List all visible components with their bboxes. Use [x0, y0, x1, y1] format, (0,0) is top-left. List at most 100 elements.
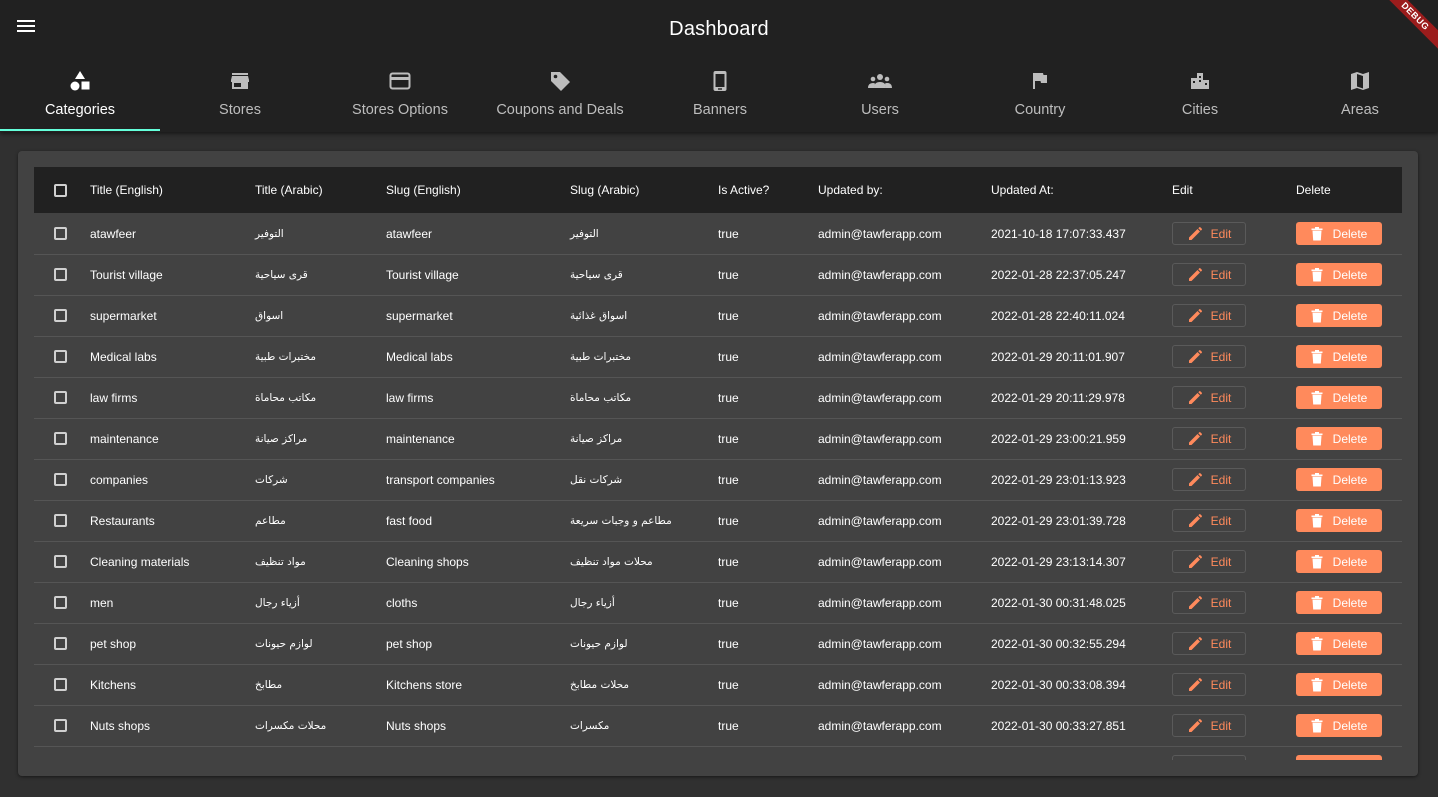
- edit-button[interactable]: Edit: [1172, 714, 1246, 737]
- delete-button[interactable]: Delete: [1296, 386, 1382, 409]
- row-checkbox[interactable]: [54, 268, 67, 281]
- cell-updated-by: admin@tawferapp.com: [818, 431, 942, 446]
- delete-button[interactable]: Delete: [1296, 468, 1382, 491]
- table-row[interactable]: Kitchens مطابخ Kitchens store محلات مطابخ tr…: [34, 664, 1402, 706]
- table-row[interactable]: law firms مكاتب محاماة law firms مكاتب محام…: [34, 377, 1402, 419]
- tab-cities[interactable]: Cities: [1120, 60, 1280, 132]
- delete-button[interactable]: Delete: [1296, 550, 1382, 573]
- table-row[interactable]: Nuts shops محلات مكسرات Nuts shops مكسرات tr…: [34, 705, 1402, 747]
- edit-button[interactable]: Edit: [1172, 468, 1246, 491]
- table-row[interactable]: men أزياء رجال cloths أزياء رجال true admin@t…: [34, 582, 1402, 624]
- tab-stores[interactable]: Stores: [160, 60, 320, 132]
- cell-updated-by: admin@tawferapp.com: [818, 472, 942, 487]
- header-edit: Edit: [1172, 183, 1193, 197]
- cell-updated-at: 2022-01-30 00:32:55.294: [991, 636, 1126, 651]
- trash-icon: [1311, 308, 1323, 323]
- edit-button[interactable]: Edit: [1172, 304, 1246, 327]
- cell-title-english: Nuts shops: [90, 718, 151, 733]
- delete-label: Delete: [1332, 308, 1368, 323]
- delete-button[interactable]: Delete: [1296, 673, 1382, 696]
- header-is-active[interactable]: Is Active?: [718, 167, 769, 213]
- row-checkbox[interactable]: [54, 227, 67, 240]
- edit-button[interactable]: Edit: [1172, 263, 1246, 286]
- trash-icon: [1311, 431, 1323, 446]
- row-checkbox[interactable]: [54, 473, 67, 486]
- edit-button[interactable]: Edit: [1172, 509, 1246, 532]
- delete-label: Delete: [1332, 677, 1368, 692]
- header-slug-english[interactable]: Slug (English): [386, 167, 461, 213]
- delete-button[interactable]: Delete: [1296, 222, 1382, 245]
- table-row[interactable]: supermarket اسواق supermarket اسواق غذائية t…: [34, 295, 1402, 337]
- table-row[interactable]: Medical labs مختبرات طبية Medical labs مخت…: [34, 336, 1402, 378]
- edit-button[interactable]: Edit: [1172, 345, 1246, 368]
- edit-button[interactable]: Edit: [1172, 222, 1246, 245]
- table-row[interactable]: Cleaning materials مواد تنظيف Cleaning sho…: [34, 541, 1402, 583]
- tab-country[interactable]: Country: [960, 60, 1120, 132]
- row-checkbox[interactable]: [54, 678, 67, 691]
- edit-label: Edit: [1210, 226, 1232, 241]
- edit-button[interactable]: [1172, 755, 1246, 760]
- delete-button[interactable]: Delete: [1296, 263, 1382, 286]
- table-row[interactable]: [34, 746, 1402, 760]
- cell-updated-by: admin@tawferapp.com: [818, 636, 942, 651]
- pencil-icon: [1187, 513, 1203, 529]
- table-row[interactable]: companies شركات transport companies شركات ن…: [34, 459, 1402, 501]
- edit-label: Edit: [1210, 595, 1232, 610]
- tab-categories[interactable]: Categories: [0, 60, 160, 132]
- tab-stores-options[interactable]: Stores Options: [320, 60, 480, 132]
- cell-is-active: true: [718, 226, 739, 241]
- header-updated-by[interactable]: Updated by:: [818, 167, 883, 213]
- edit-button[interactable]: Edit: [1172, 427, 1246, 450]
- table-row[interactable]: Tourist village قرى سياحية Tourist village…: [34, 254, 1402, 296]
- edit-button[interactable]: Edit: [1172, 591, 1246, 614]
- cell-slug-arabic: لوازم حيونات: [570, 637, 628, 650]
- row-checkbox[interactable]: [54, 350, 67, 363]
- row-checkbox[interactable]: [54, 432, 67, 445]
- tab-coupons-and-deals[interactable]: Coupons and Deals: [480, 60, 640, 132]
- city-icon: [1188, 69, 1212, 93]
- delete-button[interactable]: Delete: [1296, 427, 1382, 450]
- tab-areas[interactable]: Areas: [1280, 60, 1438, 132]
- categories-table[interactable]: Title (English) Title (Arabic) Slug (Eng…: [34, 167, 1402, 760]
- table-row[interactable]: Restaurants مطاعم fast food مطاعم و وجبات س…: [34, 500, 1402, 542]
- tab-banners[interactable]: Banners: [640, 60, 800, 132]
- header-title-english[interactable]: Title (English): [90, 167, 163, 213]
- delete-button[interactable]: Delete: [1296, 591, 1382, 614]
- page-title: Dashboard: [669, 18, 769, 40]
- edit-button[interactable]: Edit: [1172, 386, 1246, 409]
- row-checkbox[interactable]: [54, 514, 67, 527]
- cell-updated-at: 2022-01-30 00:31:48.025: [991, 595, 1126, 610]
- cell-title-arabic: محلات مكسرات: [255, 719, 327, 732]
- delete-button[interactable]: Delete: [1296, 714, 1382, 737]
- edit-button[interactable]: Edit: [1172, 550, 1246, 573]
- table-row[interactable]: atawfeer التوفير atawfeer التوفير true admin@…: [34, 213, 1402, 255]
- delete-button[interactable]: [1296, 755, 1382, 760]
- edit-label: Edit: [1210, 431, 1232, 446]
- table-row[interactable]: pet shop لوازم حيونات pet shop لوازم حيونات…: [34, 623, 1402, 665]
- tab-label: Users: [861, 102, 899, 118]
- tab-users[interactable]: Users: [800, 60, 960, 132]
- delete-button[interactable]: Delete: [1296, 304, 1382, 327]
- row-checkbox[interactable]: [54, 555, 67, 568]
- header-slug-arabic[interactable]: Slug (Arabic): [570, 167, 639, 213]
- row-checkbox[interactable]: [54, 391, 67, 404]
- edit-label: Edit: [1210, 718, 1232, 733]
- cell-slug-english: law firms: [386, 390, 434, 405]
- delete-button[interactable]: Delete: [1296, 632, 1382, 655]
- table-row[interactable]: maintenance مراكز صيانة maintenance مراكز ص…: [34, 418, 1402, 460]
- edit-button[interactable]: Edit: [1172, 632, 1246, 655]
- delete-button[interactable]: Delete: [1296, 345, 1382, 368]
- delete-button[interactable]: Delete: [1296, 509, 1382, 532]
- select-all-checkbox[interactable]: [54, 183, 67, 197]
- cell-title-english: men: [90, 595, 114, 610]
- edit-button[interactable]: Edit: [1172, 673, 1246, 696]
- row-checkbox[interactable]: [54, 637, 67, 650]
- row-checkbox[interactable]: [54, 596, 67, 609]
- row-checkbox[interactable]: [54, 309, 67, 322]
- header-updated-at[interactable]: Updated At:: [991, 167, 1054, 213]
- cell-updated-by: admin@tawferapp.com: [818, 226, 942, 241]
- cell-updated-by: admin@tawferapp.com: [818, 554, 942, 569]
- row-checkbox[interactable]: [54, 719, 67, 732]
- header-title-arabic[interactable]: Title (Arabic): [255, 167, 323, 213]
- pencil-icon: [1187, 595, 1203, 611]
